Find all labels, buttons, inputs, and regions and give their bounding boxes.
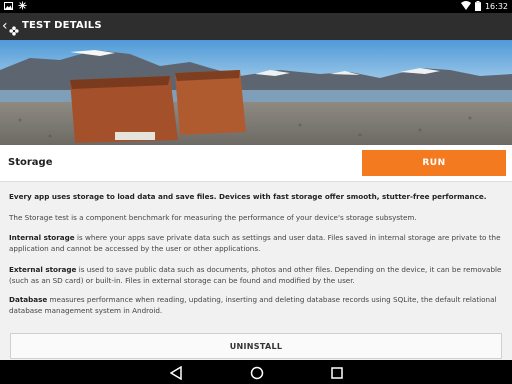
internal-storage-term: Internal storage [9,233,75,242]
database-term: Database [9,295,48,304]
description-intro: The Storage test is a component benchmar… [9,213,417,222]
snowflake-icon [18,1,27,12]
page-title: TEST DETAILS [22,20,102,31]
back-triangle-icon[interactable] [169,365,182,384]
hero-image [0,40,512,145]
uninstall-button[interactable]: UNINSTALL [10,333,502,359]
image-icon [4,1,13,12]
test-name: Storage [8,157,53,168]
recents-square-icon[interactable] [331,365,343,384]
description-external: External storage is used to save public … [9,264,503,286]
internal-storage-text: is where your apps save private data suc… [9,233,501,253]
app-bar: ‹ TEST DETAILS [0,13,512,40]
app-logo-icon[interactable] [9,21,19,36]
external-storage-term: External storage [9,265,77,274]
status-time: 16:32 [484,2,508,11]
database-text: measures performance when reading, updat… [9,295,497,315]
description-internal: Internal storage is where your apps save… [9,232,503,254]
run-button[interactable]: RUN [362,150,506,176]
description-database: Database measures performance when readi… [9,294,503,316]
external-storage-text: is used to save public data such as docu… [9,265,502,285]
navigation-bar [0,360,512,384]
back-chevron-icon[interactable]: ‹ [2,19,8,33]
description-lead: Every app uses storage to load data and … [9,192,487,201]
wifi-icon [460,1,471,12]
status-bar: 16:32 [0,0,512,13]
battery-icon [474,0,481,13]
home-circle-icon[interactable] [250,365,264,384]
